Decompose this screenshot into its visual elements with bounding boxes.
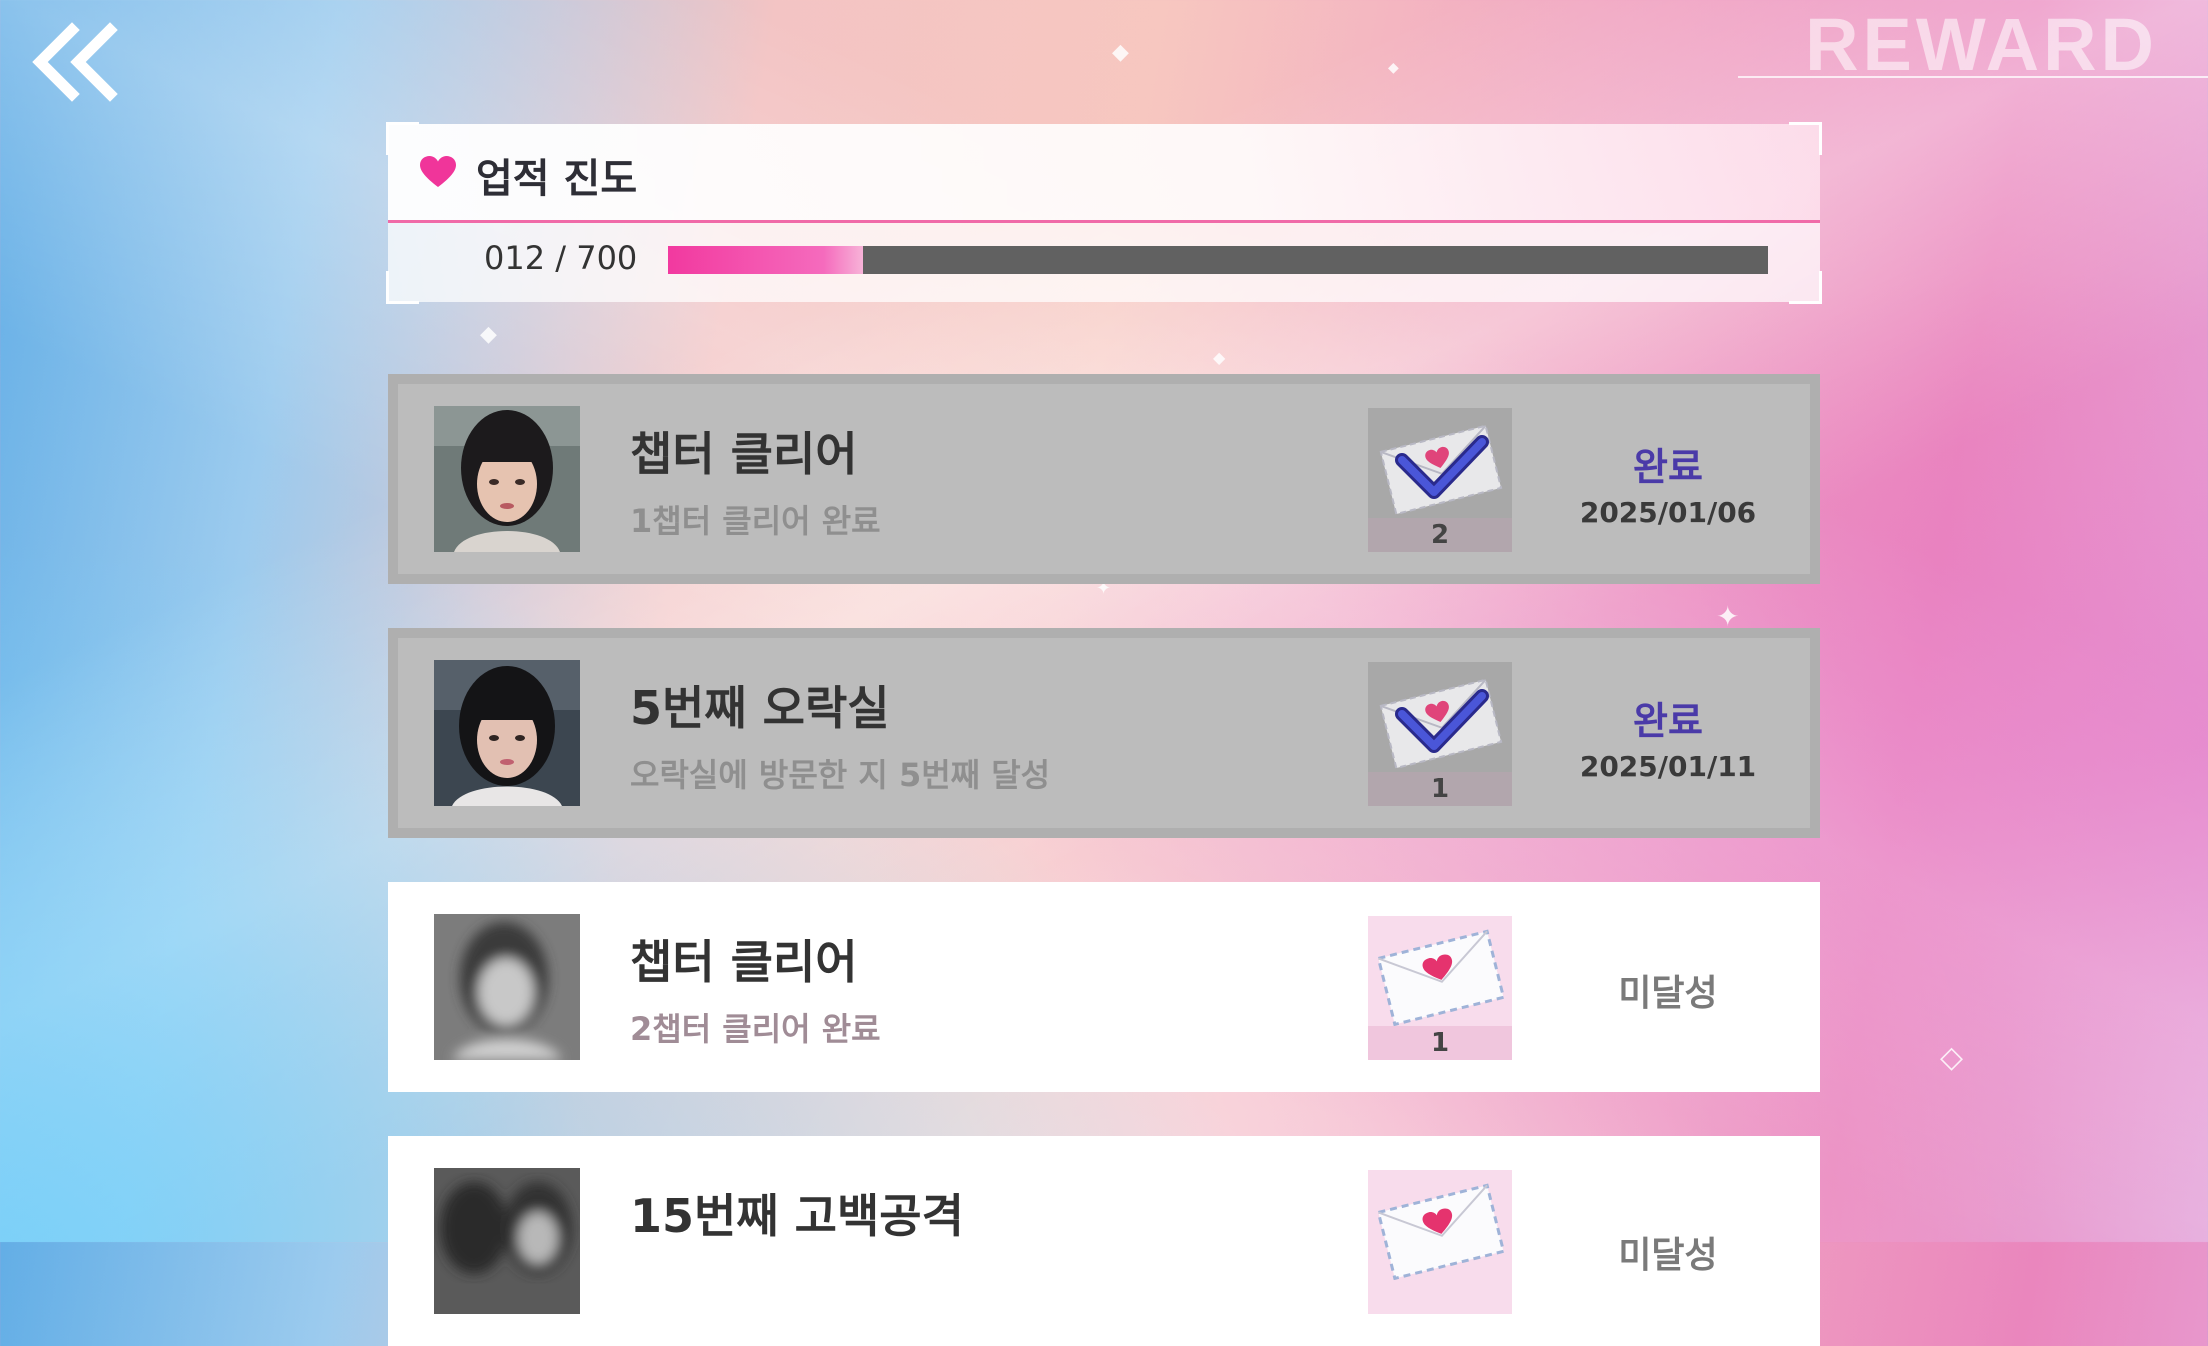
- achievement-title: 챕터 클리어: [630, 935, 858, 989]
- reward-item[interactable]: 2: [1368, 408, 1512, 552]
- sparkle-icon: ◇: [1940, 1040, 1964, 1075]
- status-area: 완료 2025/01/06: [1558, 384, 1778, 574]
- back-button[interactable]: [30, 22, 120, 102]
- achievement-card[interactable]: 5번째 오락실 오락실에 방문한 지 5번째 달성 1 완료 2025/01/1…: [388, 628, 1820, 838]
- status-label: 완료: [1633, 699, 1703, 743]
- reward-count: 1: [1430, 1028, 1450, 1058]
- love-letter-icon: [1376, 1183, 1506, 1281]
- reward-item[interactable]: 1: [1368, 662, 1512, 806]
- status-area: 완료 2025/01/11: [1558, 638, 1778, 828]
- sparkle-icon: ◆: [1112, 40, 1129, 65]
- character-portrait-locked: [434, 1168, 580, 1314]
- completion-date: 2025/01/11: [1579, 750, 1757, 783]
- sparkle-icon: ◆: [1388, 60, 1399, 76]
- sparkle-icon: ◆: [480, 322, 497, 347]
- progress-bar-fill: [668, 246, 863, 274]
- status-area: 미달성: [1558, 1146, 1778, 1336]
- heart-icon: [420, 156, 456, 187]
- sparkle-icon: ◆: [1213, 348, 1226, 367]
- completion-date: 2025/01/06: [1579, 496, 1757, 529]
- checked-letter-icon: [1379, 678, 1503, 770]
- progress-count: 012 / 700: [484, 239, 638, 277]
- progress-title: 업적 진도: [476, 156, 638, 202]
- double-chevron-left-icon: [32, 22, 118, 102]
- status-area: 미달성: [1558, 892, 1778, 1082]
- character-portrait: [434, 660, 580, 806]
- status-label: 완료: [1633, 445, 1703, 489]
- screen-title: REWARD: [1805, 3, 2158, 78]
- character-portrait-locked: [434, 914, 580, 1060]
- achievement-description: 2챕터 클리어 완료: [630, 1010, 881, 1048]
- achievement-description: 오락실에 방문한 지 5번째 달성: [630, 756, 1051, 794]
- achievement-progress-panel: 업적 진도 012 / 700: [386, 122, 1822, 304]
- reward-item[interactable]: [1368, 1170, 1512, 1314]
- progress-body: 012 / 700: [388, 223, 1820, 302]
- frame-corner: [1789, 122, 1822, 155]
- achievement-description: 1챕터 클리어 완료: [630, 502, 881, 540]
- frame-corner: [386, 122, 419, 155]
- reward-item[interactable]: 1: [1368, 916, 1512, 1060]
- achievement-card[interactable]: 챕터 클리어 1챕터 클리어 완료 2 완료 2025/01/06: [388, 374, 1820, 584]
- achievement-card[interactable]: 챕터 클리어 2챕터 클리어 완료 1 미달성: [388, 882, 1820, 1092]
- achievement-title: 5번째 오락실: [630, 681, 890, 735]
- status-label: 미달성: [1618, 1235, 1718, 1276]
- frame-corner: [1789, 271, 1822, 304]
- reward-count: 1: [1430, 774, 1450, 804]
- achievement-card[interactable]: 15번째 고백공격 미달성: [388, 1136, 1820, 1346]
- checked-letter-icon: [1379, 424, 1503, 516]
- achievement-title: 15번째 고백공격: [630, 1189, 964, 1243]
- frame-corner: [386, 271, 419, 304]
- character-portrait: [434, 406, 580, 552]
- title-underline: [1738, 76, 2208, 78]
- status-label: 미달성: [1618, 973, 1718, 1014]
- reward-count: 2: [1430, 520, 1450, 550]
- progress-header: 업적 진도: [388, 124, 1820, 223]
- progress-bar: [668, 246, 1768, 274]
- achievement-title: 챕터 클리어: [630, 427, 858, 481]
- love-letter-icon: [1376, 929, 1506, 1027]
